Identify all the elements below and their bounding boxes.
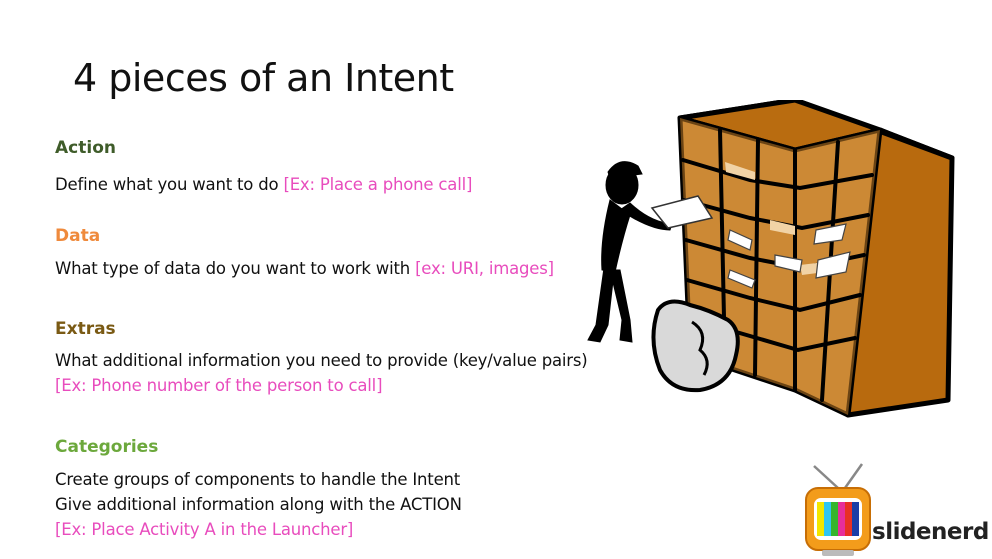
categories-heading: Categories xyxy=(55,437,159,457)
extras-example: [Ex: Phone number of the person to call] xyxy=(55,376,383,395)
categories-example: [Ex: Place Activity A in the Launcher] xyxy=(55,520,354,539)
data-description: What type of data do you want to work wi… xyxy=(55,259,554,278)
data-text: What type of data do you want to work wi… xyxy=(55,259,416,278)
categories-description-line-2: Give additional information along with t… xyxy=(55,495,462,514)
slidenerd-logo-text: slidenerd xyxy=(872,519,989,545)
slide: 4 pieces of an Intent Action Define what… xyxy=(0,0,992,559)
extras-heading: Extras xyxy=(55,319,116,339)
mail-sorting-person-icon xyxy=(587,100,955,418)
data-heading: Data xyxy=(55,226,101,246)
action-example: [Ex: Place a phone call] xyxy=(283,175,473,194)
action-text: Define what you want to do xyxy=(55,175,284,194)
data-example: [ex: URI, images] xyxy=(415,259,554,278)
slide-title: 4 pieces of an Intent xyxy=(73,56,454,100)
action-heading: Action xyxy=(55,138,116,158)
action-description: Define what you want to do [Ex: Place a … xyxy=(55,175,472,194)
extras-description: What additional information you need to … xyxy=(55,351,588,370)
categories-description-line-1: Create groups of components to handle th… xyxy=(55,470,461,489)
